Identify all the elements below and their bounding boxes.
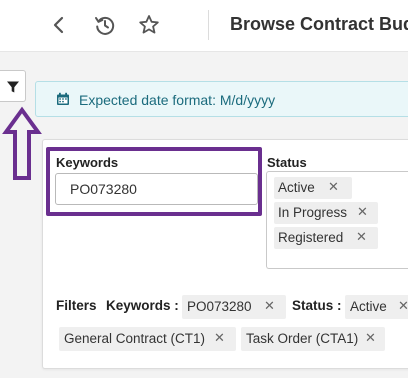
applied-chip-task-order: Task Order (CTA1) ✕ bbox=[241, 327, 385, 351]
remove-chip-icon[interactable]: ✕ bbox=[264, 298, 275, 314]
filter-funnel-icon bbox=[7, 81, 19, 93]
filter-toggle-button[interactable] bbox=[0, 70, 26, 102]
back-chevron-icon[interactable] bbox=[46, 12, 72, 38]
page-title: Browse Contract Budgets bbox=[230, 14, 408, 34]
highlight-arrow-icon bbox=[2, 106, 42, 180]
remove-chip-icon[interactable]: ✕ bbox=[398, 298, 408, 314]
remove-chip-icon[interactable]: ✕ bbox=[365, 330, 376, 346]
applied-chip-general-contract: General Contract (CT1) ✕ bbox=[59, 327, 236, 351]
applied-chip-value: Active bbox=[350, 299, 387, 314]
star-icon[interactable] bbox=[136, 12, 162, 38]
calendar-icon bbox=[57, 92, 69, 105]
filter-key-keywords: Keywords : bbox=[106, 298, 179, 313]
filter-key-status: Status : bbox=[292, 298, 342, 313]
status-chip-label: Registered bbox=[278, 230, 344, 245]
applied-chip-keywords: PO073280 ✕ bbox=[182, 295, 286, 319]
status-label: Status bbox=[267, 155, 307, 170]
app-root: Browse Contract Budgets Expected date fo… bbox=[0, 0, 408, 378]
remove-chip-icon[interactable]: ✕ bbox=[328, 179, 339, 195]
remove-chip-icon[interactable]: ✕ bbox=[356, 229, 367, 245]
keywords-input[interactable] bbox=[55, 173, 258, 205]
status-chip-in-progress: In Progress ✕ bbox=[274, 202, 378, 224]
applied-chip-value: General Contract (CT1) bbox=[64, 331, 206, 346]
applied-chip-value: Task Order (CTA1) bbox=[246, 331, 359, 346]
applied-filters-label: Filters bbox=[56, 298, 97, 313]
top-toolbar: Browse Contract Budgets bbox=[0, 0, 408, 52]
banner-text: Expected date format: M/d/yyyy bbox=[79, 92, 276, 108]
date-format-banner: Expected date format: M/d/yyyy bbox=[35, 81, 408, 117]
history-icon[interactable] bbox=[92, 12, 118, 38]
toolbar-divider bbox=[208, 10, 209, 40]
applied-chip-value: PO073280 bbox=[187, 299, 252, 314]
applied-chip-status: Active ✕ bbox=[345, 295, 408, 319]
status-chip-registered: Registered ✕ bbox=[274, 227, 378, 249]
keywords-label: Keywords bbox=[56, 155, 119, 170]
remove-chip-icon[interactable]: ✕ bbox=[214, 330, 225, 346]
status-chip-active: Active ✕ bbox=[274, 177, 352, 199]
status-chip-label: In Progress bbox=[278, 205, 348, 220]
remove-chip-icon[interactable]: ✕ bbox=[357, 204, 368, 220]
status-chip-label: Active bbox=[278, 180, 315, 195]
